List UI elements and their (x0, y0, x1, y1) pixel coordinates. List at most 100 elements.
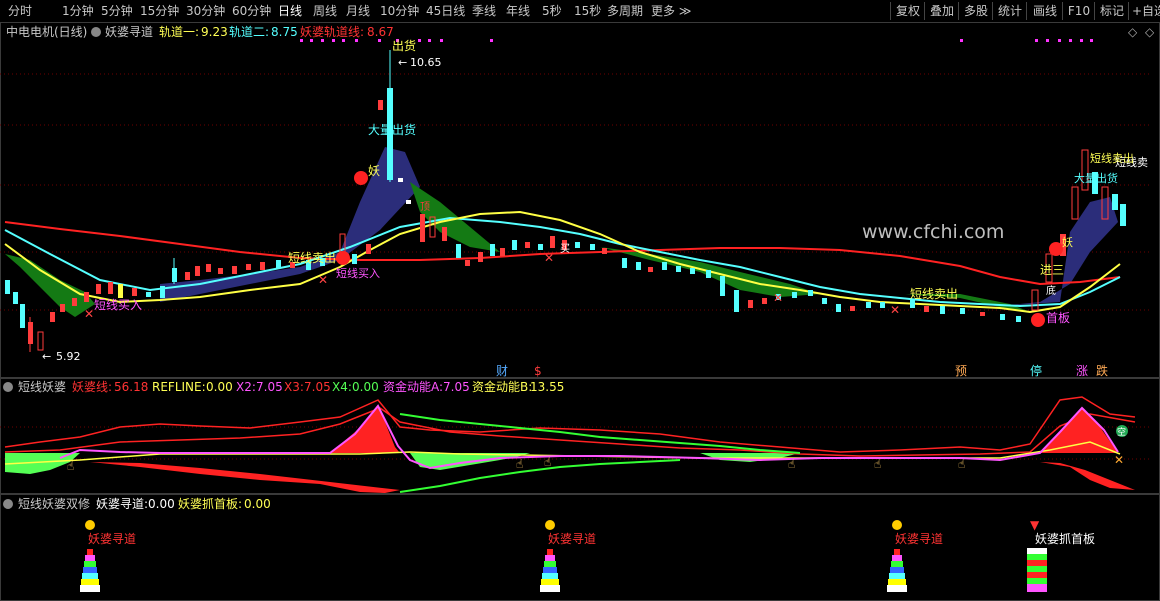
low-price-arrow: ← (42, 350, 51, 363)
period-tab-15min[interactable]: 15分钟 (140, 3, 179, 20)
low-price-label: 5.92 (56, 350, 81, 363)
p2-legend-4-value: 7.05 (304, 380, 331, 394)
panel3-settings-icon[interactable] (3, 499, 13, 509)
restore-rights-button[interactable]: 复权 (890, 2, 925, 20)
main-grid (0, 73, 1150, 460)
gold-ingot-icon (545, 520, 555, 530)
p2-legend-6-label: 资金动能A: (383, 379, 443, 394)
hand-pointer-icon: ☝ (544, 455, 551, 469)
period-tab-daily[interactable]: 日线 (278, 3, 302, 20)
label-jin-san: 进三 (1040, 263, 1064, 277)
hand-pointer-icon: ☝ (67, 459, 74, 473)
buy-badge-icon (336, 251, 350, 265)
signal-dots (300, 39, 1093, 42)
period-tab-fenshi[interactable]: 分时 (8, 3, 32, 20)
period-tab-1min[interactable]: 1分钟 (62, 3, 94, 20)
period-tab-monthly[interactable]: 月线 (346, 3, 370, 20)
cross-icon: ✕ (1114, 453, 1124, 467)
panel2-name: 短线妖婆 (18, 380, 66, 394)
legend-track3-value: 8.67 (367, 25, 394, 39)
p3-signal-1: 妖婆寻道 (80, 520, 136, 592)
p3-legend-1-value: 0.00 (148, 497, 175, 511)
period-tab-weekly[interactable]: 周线 (313, 3, 337, 20)
panel2-settings-icon[interactable] (3, 382, 13, 392)
settings-dot-icon[interactable] (91, 27, 101, 37)
statistics-button[interactable]: 统计 (992, 2, 1027, 20)
period-tab-60min[interactable]: 60分钟 (232, 3, 271, 20)
p2-legend-4-label: X3: (284, 380, 304, 394)
marker-finance[interactable]: 财 (496, 364, 508, 378)
p2-red-line-2 (4, 407, 1136, 457)
mark-button[interactable]: 标记 (1094, 2, 1129, 20)
period-tab-5min[interactable]: 5分钟 (101, 3, 133, 20)
marker-fall[interactable]: 跌 (1096, 363, 1108, 378)
watermark: www.cfchi.com (862, 221, 1004, 243)
high-price-arrow: ← (398, 56, 407, 69)
gold-ingot-icon (85, 520, 95, 530)
hand-pointer-icon: ☝ (788, 457, 795, 471)
label-big-sell: 大量出货 (368, 122, 416, 137)
p2-legend-3-label: X2: (236, 380, 256, 394)
add-watchlist-button[interactable]: +自选 (1128, 2, 1160, 20)
hand-pointer-icon: ☝ (874, 457, 881, 471)
high-price-label: 10.65 (410, 56, 442, 69)
marker-suspend[interactable]: 停 (1030, 363, 1042, 378)
p2-legend-6-value: 7.05 (443, 380, 470, 394)
label-short-sell: 短线卖出 (288, 251, 336, 265)
period-tab-more[interactable]: 更多 ≫ (651, 3, 691, 20)
p2-legend-5-value: 0.00 (352, 380, 379, 394)
multi-stock-button[interactable]: 多股 (958, 2, 993, 20)
p2-histograms (5, 405, 1135, 493)
period-tab-10min[interactable]: 10分钟 (380, 3, 419, 20)
period-tab-yearly[interactable]: 年线 (506, 3, 530, 20)
chevron-right-icon: ≫ (675, 4, 692, 18)
label-chuhuo: 出货 (392, 38, 416, 53)
chart-area[interactable]: 中电电机(日线) 妖婆寻道 轨道一: 9.23 轨道二: 8.75 妖婆轨道线:… (0, 22, 1160, 601)
stock-title: 中电电机(日线) (6, 24, 87, 39)
label-short-sell-4: 短线卖出 (1090, 151, 1134, 165)
marker-forecast[interactable]: 预 (955, 364, 967, 378)
period-toolbar: 分时 1分钟 5分钟 15分钟 30分钟 60分钟 日线 周线 月线 10分钟 … (0, 0, 1160, 23)
more-label: 更多 (651, 4, 676, 18)
main-panel-frame (0, 22, 1160, 378)
p2-legend-1-value: 56.18 (114, 380, 148, 394)
hand-pointer-icon: ☝ (516, 457, 523, 471)
marker-rise[interactable]: 涨 (1076, 363, 1088, 378)
label-short-buy-2: 短线买入 (94, 298, 142, 312)
p3-signal-4: ▼ 妖婆抓首板 (1027, 518, 1095, 592)
p3-signal-label-2: 妖婆寻道 (548, 532, 596, 546)
p3-legend-1-label: 妖婆寻道: (96, 497, 148, 511)
marker-dollar[interactable]: $ (534, 364, 542, 378)
p2-legend-3-value: 7.05 (256, 380, 283, 394)
period-tab-30min[interactable]: 30分钟 (186, 3, 225, 20)
period-tab-15sec[interactable]: 15秒 (574, 3, 601, 20)
p2-yaopo-line (4, 396, 1136, 453)
label-short-buy-1: 短线买入 (336, 266, 380, 280)
p3-signal-label-1: 妖婆寻道 (88, 532, 136, 546)
empty-badge-label: 空 (1117, 426, 1126, 438)
period-tab-quarterly[interactable]: 季线 (472, 3, 496, 20)
period-tab-5sec[interactable]: 5秒 (542, 3, 562, 20)
label-mai: 买 (560, 243, 570, 255)
overlay-button[interactable]: 叠加 (924, 2, 959, 20)
period-tab-45day[interactable]: 45日线 (426, 3, 465, 20)
label-first-board: 首板 (1046, 311, 1070, 325)
butterfly-icon: ✕ (890, 303, 900, 317)
p3-signal-2: 妖婆寻道 (540, 520, 596, 592)
p3-signal-label-3: 妖婆寻道 (895, 532, 943, 546)
panel2-frame (0, 378, 1160, 494)
diamond-icon: ▼ (1030, 518, 1040, 532)
butterfly-icon: ✕ (773, 291, 783, 305)
legend-track1-value: 9.23 (201, 25, 228, 39)
label-ding: 顶 (420, 201, 430, 213)
indicator-name: 妖婆寻道 (105, 25, 153, 39)
butterfly-icon: ✕ (318, 273, 328, 287)
p3-legend-2-label: 妖婆抓首板: (178, 497, 242, 511)
draw-line-button[interactable]: 画线 (1026, 2, 1063, 20)
collapse-icon[interactable]: ◇ (1145, 25, 1155, 39)
f10-button[interactable]: F10 (1062, 2, 1095, 20)
label-yao-2: 妖 (1062, 235, 1073, 249)
legend-track2-value: 8.75 (271, 25, 298, 39)
period-tab-multi[interactable]: 多周期 (607, 3, 643, 20)
diamond-icon[interactable]: ◇ (1128, 25, 1138, 39)
